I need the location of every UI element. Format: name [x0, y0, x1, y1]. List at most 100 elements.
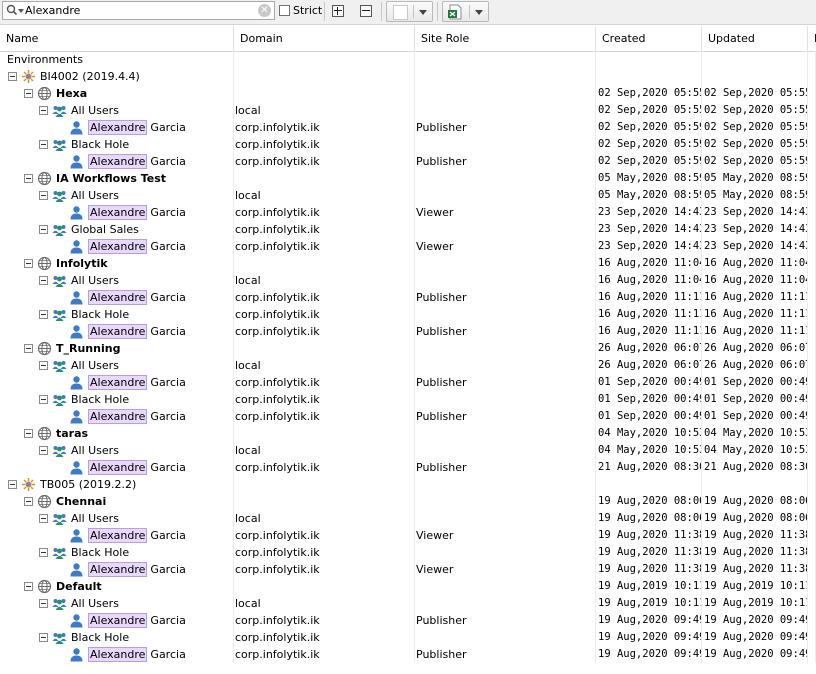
name-cell: TB005 (2019.2.2) — [0, 476, 234, 493]
table-row[interactable]: Alexandre Garcia corp.infolytik.ik Publishe… — [0, 153, 816, 170]
search-input[interactable] — [25, 3, 253, 18]
updated-cell — [702, 476, 808, 493]
site-role-cell: Publisher — [415, 153, 596, 170]
table-row[interactable]: Infolytik 16 Aug,2020 11:04 16 Aug,2020 11… — [0, 255, 816, 272]
table-row[interactable]: Alexandre Garcia corp.infolytik.ik Publishe… — [0, 459, 816, 476]
domain-cell: corp.infolytik.ik — [234, 408, 415, 425]
view-dropdown-button[interactable] — [386, 1, 433, 22]
collapse-toggle-icon[interactable] — [39, 361, 48, 370]
collapse-toggle-icon[interactable] — [39, 395, 48, 404]
export-excel-button[interactable] — [442, 1, 489, 22]
table-row[interactable]: All Users local 16 Aug,2020 11:04 16 Aug,20… — [0, 272, 816, 289]
table-row[interactable]: Environments — [0, 51, 816, 68]
collapse-toggle-icon[interactable] — [8, 480, 17, 489]
group-name: Black Hole — [71, 393, 130, 406]
table-row[interactable]: All Users local 19 Aug,2020 08:06 19 Aug,20… — [0, 510, 816, 527]
collapse-toggle-icon[interactable] — [39, 225, 48, 234]
collapse-toggle-icon[interactable] — [39, 599, 48, 608]
search-dropdown-icon[interactable] — [18, 9, 24, 13]
table-row[interactable]: Default 19 Aug,2019 10:11 19 Aug,2019 10:1… — [0, 578, 816, 595]
table-row[interactable]: Black Hole corp.infolytik.ik 01 Sep,2020 0… — [0, 391, 816, 408]
collapse-toggle-icon[interactable] — [24, 344, 33, 353]
table-row[interactable]: Alexandre Garcia corp.infolytik.ik Viewer 23… — [0, 238, 816, 255]
collapse-toggle-icon[interactable] — [39, 633, 48, 642]
column-header-domain[interactable]: Domain — [234, 26, 415, 51]
strict-checkbox-box[interactable] — [279, 5, 290, 16]
table-row[interactable]: Alexandre Garcia corp.infolytik.ik Publishe… — [0, 323, 816, 340]
last-cell — [808, 323, 816, 340]
table-row[interactable]: TB005 (2019.2.2) — [0, 476, 816, 493]
updated-cell: 26 Aug,2020 06:07 — [702, 357, 808, 374]
collapse-toggle-icon[interactable] — [24, 582, 33, 591]
strict-label: Strict — [293, 4, 323, 17]
collapse-all-button[interactable] — [356, 2, 376, 21]
collapse-toggle-icon[interactable] — [39, 514, 48, 523]
user-last-name: Garcia — [150, 614, 186, 627]
collapse-toggle-icon[interactable] — [39, 106, 48, 115]
collapse-toggle-icon[interactable] — [39, 548, 48, 557]
name-cell: Alexandre Garcia — [0, 561, 234, 578]
table-row[interactable]: taras 04 May,2020 10:53 04 May,2020 10:53 — [0, 425, 816, 442]
table-row[interactable]: Alexandre Garcia corp.infolytik.ik Publishe… — [0, 374, 816, 391]
column-header-site-role[interactable]: Site Role — [415, 26, 596, 51]
table-row[interactable]: All Users local 05 May,2020 08:59 05 May,20… — [0, 187, 816, 204]
collapse-toggle-icon[interactable] — [39, 140, 48, 149]
clear-icon[interactable]: ✕ — [258, 4, 271, 17]
table-row[interactable]: Alexandre Garcia corp.infolytik.ik Publishe… — [0, 612, 816, 629]
table-row[interactable]: Black Hole corp.infolytik.ik 19 Aug,2020 1… — [0, 544, 816, 561]
collapse-toggle-icon[interactable] — [39, 276, 48, 285]
user-last-name: Garcia — [150, 206, 186, 219]
group-name: Global Sales — [71, 223, 139, 236]
created-cell: 04 May,2020 10:53 — [596, 442, 702, 459]
table-row[interactable]: Alexandre Garcia corp.infolytik.ik Viewer 23… — [0, 204, 816, 221]
column-header-updated[interactable]: Updated — [702, 26, 808, 51]
table-row[interactable]: Black Hole corp.infolytik.ik 02 Sep,2020 0… — [0, 136, 816, 153]
collapse-toggle-icon[interactable] — [39, 310, 48, 319]
search-icon[interactable] — [6, 4, 18, 18]
user-last-name: Garcia — [150, 563, 186, 576]
table-row[interactable]: Chennai 19 Aug,2020 08:06 19 Aug,2020 08:0… — [0, 493, 816, 510]
site-name: IA Workflows Test — [56, 172, 167, 185]
strict-checkbox[interactable]: Strict — [279, 4, 322, 17]
collapse-toggle-icon[interactable] — [24, 429, 33, 438]
table-row[interactable]: Alexandre Garcia corp.infolytik.ik Publishe… — [0, 408, 816, 425]
updated-cell: 19 Aug,2020 11:38 — [702, 527, 808, 544]
updated-cell: 19 Aug,2020 09:49 — [702, 612, 808, 629]
collapse-toggle-icon[interactable] — [24, 259, 33, 268]
domain-cell — [234, 255, 415, 272]
user-icon — [69, 154, 84, 169]
table-row[interactable]: Alexandre Garcia corp.infolytik.ik Viewer 19… — [0, 561, 816, 578]
name-cell: Alexandre Garcia — [0, 612, 234, 629]
site-role-cell — [415, 578, 596, 595]
table-row[interactable]: Alexandre Garcia corp.infolytik.ik Publishe… — [0, 646, 816, 663]
table-row[interactable]: Alexandre Garcia corp.infolytik.ik Publishe… — [0, 289, 816, 306]
table-row[interactable]: All Users local 26 Aug,2020 06:07 26 Aug,20… — [0, 357, 816, 374]
table-row[interactable]: All Users local 19 Aug,2019 10:11 19 Aug,20… — [0, 595, 816, 612]
column-header-last[interactable]: L — [808, 26, 816, 51]
table-row[interactable]: BI4002 (2019.4.4) — [0, 68, 816, 85]
table-row[interactable]: Black Hole corp.infolytik.ik 19 Aug,2020 0… — [0, 629, 816, 646]
table-row[interactable]: Alexandre Garcia corp.infolytik.ik Viewer 19… — [0, 527, 816, 544]
table-row[interactable]: Black Hole corp.infolytik.ik 16 Aug,2020 1… — [0, 306, 816, 323]
collapse-toggle-icon[interactable] — [39, 446, 48, 455]
user-icon — [69, 528, 84, 543]
collapse-toggle-icon[interactable] — [24, 89, 33, 98]
collapse-toggle-icon[interactable] — [24, 174, 33, 183]
table-row[interactable]: All Users local 02 Sep,2020 05:55 02 Sep,20… — [0, 102, 816, 119]
table-row[interactable]: All Users local 04 May,2020 10:53 04 May,20… — [0, 442, 816, 459]
created-cell: 01 Sep,2020 00:49 — [596, 391, 702, 408]
table-row[interactable]: T_Running 26 Aug,2020 06:07 26 Aug,2020 06… — [0, 340, 816, 357]
table-row[interactable]: IA Workflows Test 05 May,2020 08:59 05 May… — [0, 170, 816, 187]
column-header-created[interactable]: Created — [596, 26, 702, 51]
table-row[interactable]: Alexandre Garcia corp.infolytik.ik Publishe… — [0, 119, 816, 136]
collapse-toggle-icon[interactable] — [24, 497, 33, 506]
search-box[interactable]: ✕ — [2, 1, 275, 20]
updated-cell: 02 Sep,2020 05:59 — [702, 153, 808, 170]
domain-cell — [234, 170, 415, 187]
expand-all-button[interactable] — [328, 2, 348, 21]
table-row[interactable]: Global Sales corp.infolytik.ik 23 Sep,2020… — [0, 221, 816, 238]
collapse-toggle-icon[interactable] — [39, 191, 48, 200]
collapse-toggle-icon[interactable] — [8, 72, 17, 81]
table-row[interactable]: Hexa 02 Sep,2020 05:55 02 Sep,2020 05:55 — [0, 85, 816, 102]
column-header-name[interactable]: Name — [0, 26, 234, 51]
